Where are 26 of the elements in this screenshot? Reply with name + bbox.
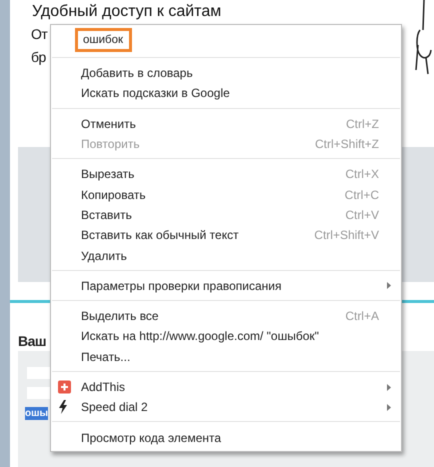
menu-item[interactable]: Вставить как обычный текст Ctrl+Shift+V bbox=[51, 225, 401, 246]
submenu-arrow-icon bbox=[387, 282, 391, 290]
menu-item[interactable]: Просмотр кода элемента bbox=[51, 427, 401, 448]
paragraph-fragment: бр bbox=[31, 48, 46, 67]
menu-item[interactable]: Выделить все Ctrl+A bbox=[51, 306, 401, 326]
menu-item[interactable]: Удалить bbox=[51, 245, 401, 266]
submenu-arrow-icon bbox=[387, 404, 391, 411]
plus-icon bbox=[58, 380, 71, 394]
menu-item[interactable]: Искать подсказки в Google bbox=[51, 83, 401, 104]
page-heading: Удобный доступ к сайтам bbox=[32, 3, 222, 21]
menu-item[interactable]: Speed dial 2 bbox=[51, 397, 401, 418]
spelling-suggestion[interactable]: ошибок bbox=[75, 28, 132, 52]
menu-item[interactable]: Печать... bbox=[51, 346, 401, 367]
menu-item[interactable]: Отменить Ctrl+Z bbox=[51, 114, 401, 134]
section-title: Ваш bbox=[18, 333, 46, 349]
menu-item[interactable]: Искать на http://www.google.com/ "ошыбок" bbox=[51, 326, 401, 347]
paragraph-fragment: От bbox=[31, 25, 48, 44]
menu-item[interactable]: Копировать Ctrl+C bbox=[51, 184, 401, 205]
menu-item[interactable]: Вставить Ctrl+V bbox=[51, 204, 401, 226]
selected-text: ошы bbox=[25, 407, 48, 420]
menu-item[interactable]: Параметры проверки правописания bbox=[51, 276, 401, 296]
lightning-icon bbox=[58, 400, 68, 414]
menu-item[interactable]: AddThis bbox=[51, 376, 401, 398]
submenu-arrow-icon bbox=[387, 384, 391, 390]
menu-item[interactable]: Вырезать Ctrl+X bbox=[51, 164, 401, 184]
menu-item[interactable]: Добавить в словарь bbox=[51, 63, 401, 84]
